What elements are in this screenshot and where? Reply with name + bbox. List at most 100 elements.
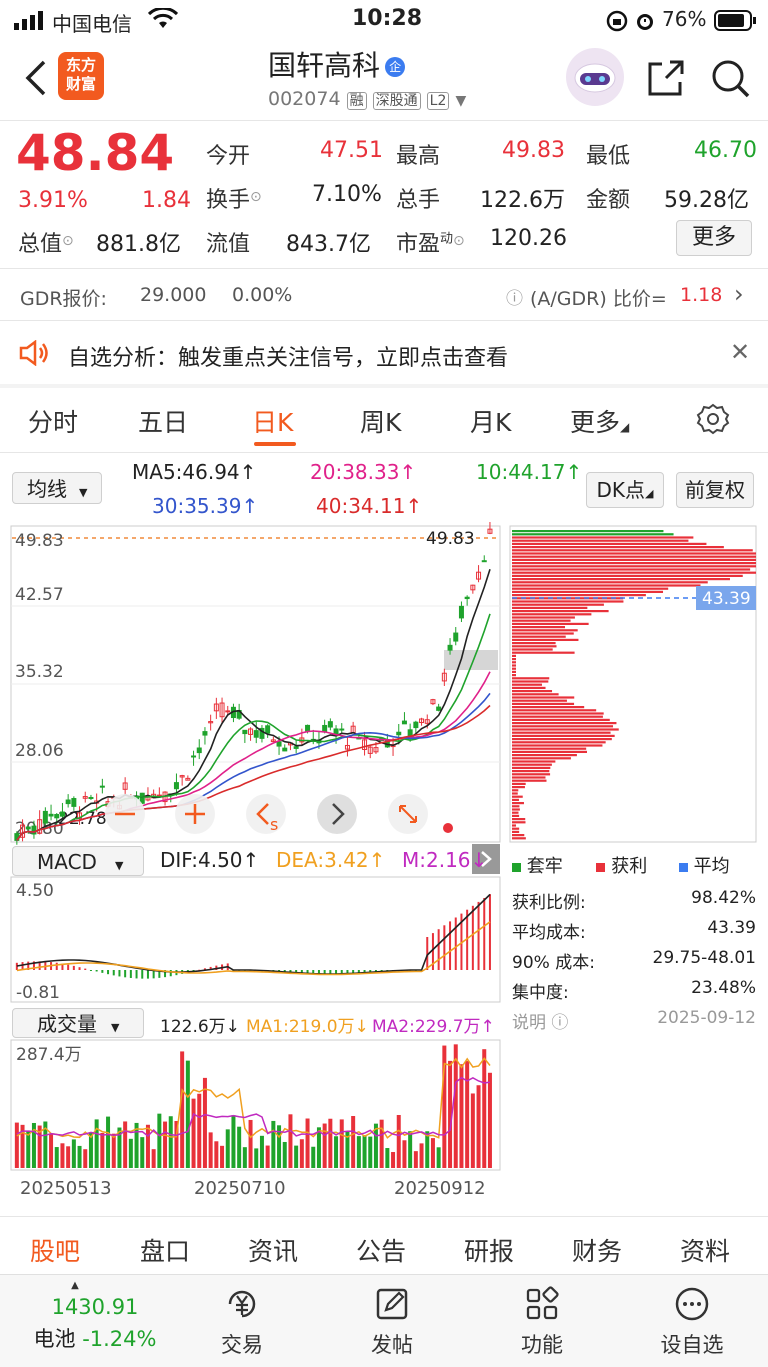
chip-bar [512,603,604,606]
nav-functions[interactable]: 功能 [482,1284,602,1359]
margin-tag: 融 [346,92,367,110]
tab-more[interactable]: 更多◢ [570,403,629,439]
tab-announcements[interactable]: 公告 [356,1232,406,1268]
tab-forum[interactable]: 股吧 [30,1232,80,1268]
close-icon[interactable]: ✕ [730,338,750,366]
chip-bar [512,789,519,792]
step-left-button[interactable]: s [246,794,286,834]
tab-profile[interactable]: 资料 [680,1232,730,1268]
chip-bar [512,606,588,609]
tab-minute[interactable]: 分时 [28,403,78,439]
volume-bar [322,1123,327,1168]
dk-point-button[interactable]: DK点◢ [586,472,664,508]
volume-bar [208,1132,213,1168]
step-right-button[interactable] [317,794,357,834]
volume-bar [242,1147,247,1168]
volume-bar [425,1131,430,1168]
tab-research[interactable]: 研报 [464,1232,514,1268]
settings-icon[interactable] [696,402,730,440]
volume-bar [271,1120,276,1168]
tab-five-day[interactable]: 五日 [138,403,188,439]
connect-tag: 深股通 [372,92,421,110]
vol-ma1-line [16,1057,491,1139]
candle-body [305,724,311,732]
amount-value: 59.28亿 [664,188,749,213]
macd-bar [135,970,138,979]
low-label: 最低 [586,144,631,169]
volume-bar [231,1115,236,1168]
chip-bar [512,600,624,603]
stat-note-row[interactable]: 说明 ⓘ 2025-09-12 [512,1008,756,1038]
chip-bar [512,712,604,715]
tab-monthly-k[interactable]: 月K [470,403,511,439]
robot-assistant-icon[interactable] [566,48,624,106]
adjust-button[interactable]: 前复权 [676,472,754,508]
candle-body [196,747,202,754]
chip-bar [512,610,609,613]
chip-bar [512,680,549,683]
share-icon[interactable] [646,58,686,102]
sector-index[interactable]: ▲ 1430.91 电池 -1.24% [20,1280,170,1353]
tab-finance[interactable]: 财务 [572,1232,622,1268]
nav-post[interactable]: 发帖 [332,1284,452,1359]
stock-title[interactable]: 国轩高科 企 [268,44,508,84]
candle-body [253,730,259,738]
volume-bar [94,1119,99,1168]
date-3: 20250912 [394,1178,486,1199]
y-tick-1: 49.83 [15,531,64,551]
notice-text: 自选分析：触发重点关注信号，立即点击查看 [68,346,509,371]
info-icon[interactable]: ⊙ [250,189,262,205]
chip-bar [512,539,689,542]
chip-bar [512,619,571,622]
fullscreen-button[interactable] [388,794,428,834]
stock-code-row[interactable]: 002074 融 深股通 L2 ▼ [268,88,466,110]
macd-selector[interactable]: MACD ▼ [12,846,144,876]
search-icon[interactable] [710,58,752,104]
macd-bottom: -0.81 [16,983,60,1003]
zoom-in-button[interactable] [175,794,215,834]
nav-trade-label: 交易 [221,1333,263,1357]
back-button[interactable] [20,58,50,102]
tab-weekly-k[interactable]: 周K [360,403,401,439]
volume-top: 287.4万 [16,1045,82,1065]
enterprise-badge: 企 [385,57,406,77]
chip-bar [512,530,664,533]
gdr-row[interactable]: GDR报价: 29.000 0.00% ⓘ (A/GDR) 比价= 1.18 › [0,270,768,320]
dropdown-icon: ▼ [79,486,88,499]
help-icon[interactable]: ⓘ [506,284,523,309]
macd-bar [95,970,98,972]
nav-trade[interactable]: 交易 [182,1284,302,1359]
ma-selector[interactable]: 均线 ▼ [12,472,102,504]
chip-bar [512,654,516,657]
info-icon[interactable]: ⊙ [453,233,465,249]
volume-bar [368,1136,373,1168]
volume-bar [77,1145,82,1168]
dropdown-icon: ▼ [455,93,467,109]
more-button[interactable]: 更多 [676,220,752,256]
nav-watchlist[interactable]: 设自选 [632,1284,752,1359]
clock: 10:28 [352,6,423,31]
chip-bar [512,795,523,798]
volume-bar [106,1116,111,1168]
chip-bar [512,549,753,552]
candle-body [48,813,54,817]
legend-average: 平均 [678,856,730,877]
chip-bar [512,715,603,718]
chip-bar [512,622,589,625]
candle-body [65,799,71,805]
app-logo[interactable]: 东方 财富 [58,52,104,100]
tab-news[interactable]: 资讯 [248,1232,298,1268]
notice-banner[interactable]: 自选分析：触发重点关注信号，立即点击查看 ✕ [0,322,768,384]
zoom-out-button[interactable] [105,794,145,834]
chip-bar [512,664,516,667]
dif-line [16,893,491,975]
tab-orderbook[interactable]: 盘口 [140,1232,190,1268]
volume-bar [60,1143,65,1168]
candle-body [242,729,248,735]
macd-bar [483,898,486,970]
info-icon[interactable]: ⊙ [62,233,74,249]
volume-bar [391,1152,396,1168]
tab-daily-k[interactable]: 日K [252,403,293,439]
volume-selector[interactable]: 成交量 ▼ [12,1008,144,1038]
chip-bar [512,786,525,789]
